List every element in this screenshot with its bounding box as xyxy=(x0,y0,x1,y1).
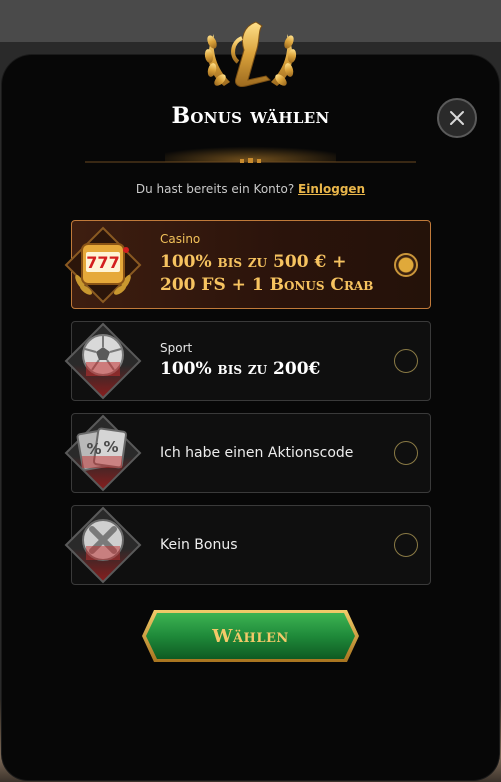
no-bonus-icon xyxy=(64,506,142,584)
choose-button[interactable]: Wählen xyxy=(140,608,361,664)
percent-coupon-icon: % % xyxy=(64,414,142,492)
title-divider xyxy=(85,140,416,164)
option-label-no-bonus: Kein Bonus xyxy=(160,537,238,553)
radio-sport[interactable] xyxy=(394,349,418,373)
option-category-sport: Sport xyxy=(160,341,193,355)
radio-no-bonus[interactable] xyxy=(394,533,418,557)
svg-text:777: 777 xyxy=(86,253,119,272)
bonus-option-no-bonus[interactable]: Kein Bonus xyxy=(64,505,431,585)
choose-button-label: Wählen xyxy=(212,625,289,647)
modal-title: Bonus wählen xyxy=(171,103,330,129)
option-category-casino: Casino xyxy=(160,232,201,246)
bonus-option-promo-code[interactable]: % % Ich habe einen Aktionscode xyxy=(64,413,431,493)
slot-777-icon: 777 xyxy=(64,226,142,304)
bonus-option-sport[interactable]: Sport 100% bis zu 200€ xyxy=(64,321,431,401)
login-prompt-text: Du hast bereits ein Konto? xyxy=(135,182,295,196)
option-label-promo-code: Ich habe einen Aktionscode xyxy=(160,445,354,461)
radio-casino[interactable] xyxy=(394,252,418,277)
bonus-option-casino[interactable]: 777 Casino 100% bis zu 500 € + 200 FS + … xyxy=(64,220,431,309)
svg-text:%: % xyxy=(103,438,118,456)
close-button[interactable] xyxy=(437,98,477,138)
option-headline-casino-line1: 100% bis zu 500 € + xyxy=(160,252,347,272)
option-headline-sport: 100% bis zu 200€ xyxy=(160,359,321,379)
svg-text:%: % xyxy=(86,440,101,458)
radio-promo-code[interactable] xyxy=(394,441,418,465)
option-headline-casino-line2: 200 FS + 1 Bonus Crab xyxy=(160,275,374,295)
brand-logo xyxy=(200,16,301,94)
login-link[interactable]: Einloggen xyxy=(298,182,365,196)
football-icon xyxy=(64,322,142,400)
close-icon xyxy=(450,111,464,125)
login-prompt: Du hast bereits ein Konto? Einloggen xyxy=(0,182,501,196)
